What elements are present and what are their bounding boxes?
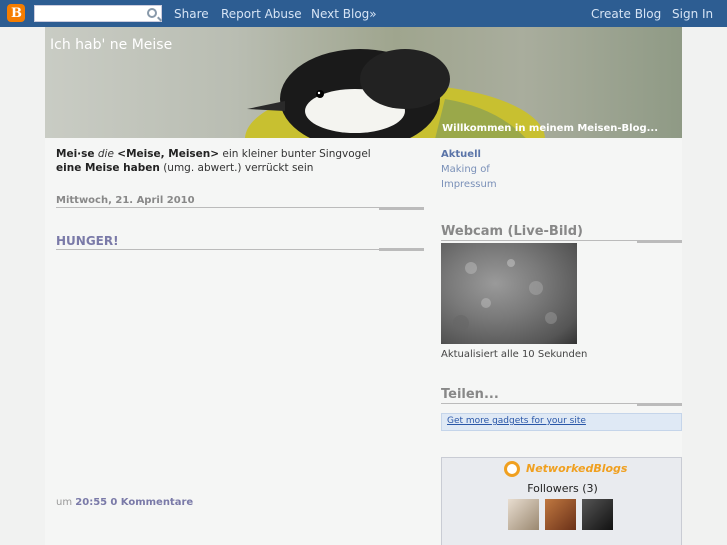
intro-forms: <Meise, Meisen> <box>117 148 220 160</box>
intro-phrase-def: verrückt sein <box>244 162 314 174</box>
webcam-widget-tab <box>637 240 682 243</box>
share-widget-tab <box>637 403 682 406</box>
post-footer-prefix: um <box>56 497 73 508</box>
share-widget-title: Teilen... <box>441 387 681 404</box>
post-comments-link[interactable]: 0 Kommentare <box>110 497 193 508</box>
webcam-texture <box>453 259 557 331</box>
date-header-tab <box>379 207 424 210</box>
blog-header: Ich hab' ne Meise Willkommen in meinem M… <box>45 27 682 138</box>
intro-def: ein kleiner bunter Singvogel <box>222 148 371 160</box>
main-column: Mei·se die <Meise, Meisen> ein kleiner b… <box>56 147 424 508</box>
networkedblogs-widget: NetworkedBlogs Followers (3) <box>441 457 682 545</box>
next-blog-link[interactable]: Next Blog» <box>311 7 377 21</box>
intro-phrase: eine Meise haben <box>56 162 160 174</box>
webcam-widget-title: Webcam (Live-Bild) <box>441 224 681 241</box>
intro-usage: (umg. abwert.) <box>163 162 242 174</box>
search-icon[interactable] <box>147 8 157 18</box>
page-link-aktuell[interactable]: Aktuell <box>441 147 682 162</box>
page-link-making-of[interactable]: Making of <box>441 162 682 177</box>
date-header: Mittwoch, 21. April 2010 <box>56 195 424 208</box>
blogger-navbar: B Share Report Abuse Next Blog» Create B… <box>0 0 727 27</box>
blog-description: Willkommen in meinem Meisen-Blog... <box>442 123 658 134</box>
networkedblogs-logo-icon <box>504 461 520 477</box>
post-timestamp-link[interactable]: 20:55 <box>75 497 107 508</box>
search-input[interactable] <box>34 5 162 22</box>
post-title-tab <box>379 248 424 251</box>
webcam-image[interactable] <box>441 243 577 344</box>
gadget-bar: Get more gadgets for your site <box>441 413 682 431</box>
create-blog-link[interactable]: Create Blog <box>591 7 661 21</box>
follower-avatar[interactable] <box>508 499 539 530</box>
follower-avatar[interactable] <box>545 499 576 530</box>
followers-count[interactable]: Followers (3) <box>442 482 683 495</box>
report-abuse-link[interactable]: Report Abuse <box>221 7 302 21</box>
intro-word: Mei·se <box>56 148 95 160</box>
share-link[interactable]: Share <box>174 7 209 21</box>
page-link-impressum[interactable]: Impressum <box>441 177 682 192</box>
webcam-note: Aktualisiert alle 10 Sekunden <box>441 349 588 360</box>
pages-list: Aktuell Making of Impressum <box>441 147 682 192</box>
intro-text: Mei·se die <Meise, Meisen> ein kleiner b… <box>56 147 424 175</box>
sidebar: Aktuell Making of Impressum Webcam (Live… <box>441 147 682 545</box>
blog-title[interactable]: Ich hab' ne Meise <box>50 37 172 53</box>
blogger-logo-icon[interactable]: B <box>7 4 25 22</box>
get-gadgets-link[interactable]: Get more gadgets for your site <box>447 416 586 426</box>
intro-article: die <box>97 148 114 160</box>
follower-avatar[interactable] <box>582 499 613 530</box>
sign-in-link[interactable]: Sign In <box>672 7 713 21</box>
networkedblogs-logo-text[interactable]: NetworkedBlogs <box>526 462 627 475</box>
post-footer: um 20:55 0 Kommentare <box>56 497 193 508</box>
post-title[interactable]: HUNGER! <box>56 234 424 250</box>
